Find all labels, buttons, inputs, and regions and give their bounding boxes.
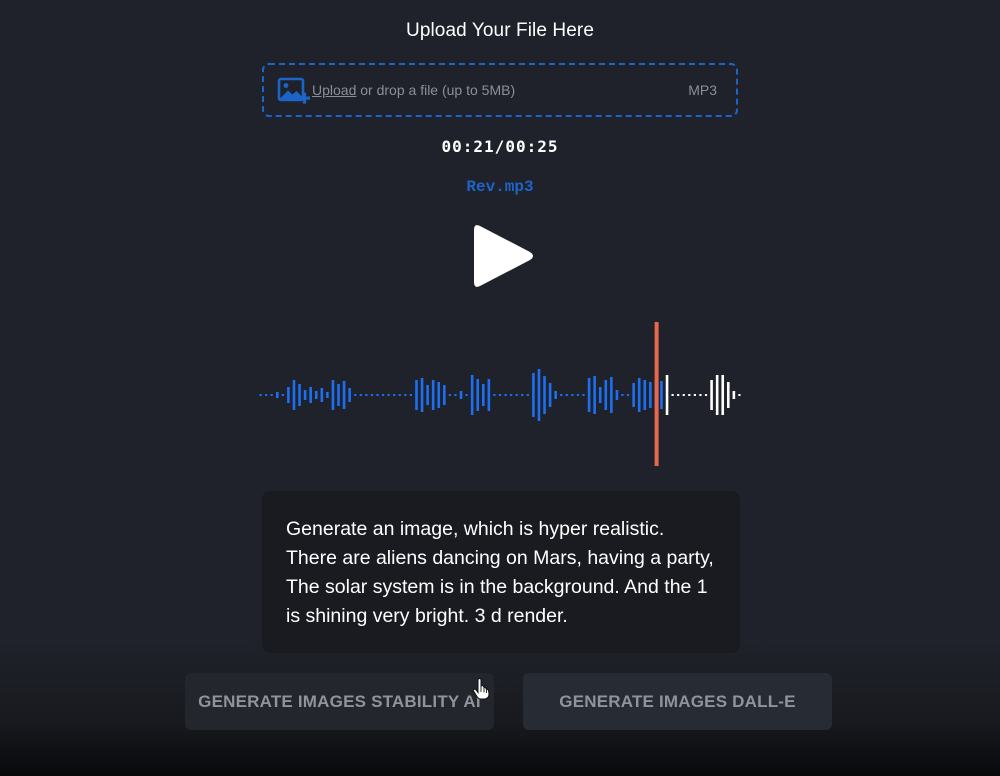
- play-button[interactable]: [470, 220, 536, 292]
- audio-filename: Rev.mp3: [466, 178, 534, 196]
- upload-link[interactable]: Upload: [312, 82, 356, 98]
- prompt-text: Generate an image, which is hyper realis…: [286, 518, 714, 627]
- hand-cursor-icon: [472, 678, 490, 700]
- file-dropzone[interactable]: Upload or drop a file (up to 5MB) MP3: [262, 63, 738, 117]
- add-image-icon: [277, 77, 311, 107]
- play-icon: [474, 225, 533, 287]
- dropzone-hint-text: or drop a file (up to 5MB): [356, 82, 516, 98]
- upload-title: Upload Your File Here: [406, 20, 594, 41]
- audio-waveform[interactable]: [255, 320, 745, 470]
- format-label: MP3: [688, 82, 717, 98]
- generate-dalle-button[interactable]: GENERATE IMAGES DALL-E: [523, 673, 832, 730]
- time-display: 00:21/00:25: [441, 137, 559, 156]
- generate-stability-button[interactable]: GENERATE IMAGES STABILITY AI: [185, 673, 494, 730]
- dropzone-hint: Upload or drop a file (up to 5MB): [312, 82, 515, 98]
- prompt-box[interactable]: Generate an image, which is hyper realis…: [262, 491, 740, 653]
